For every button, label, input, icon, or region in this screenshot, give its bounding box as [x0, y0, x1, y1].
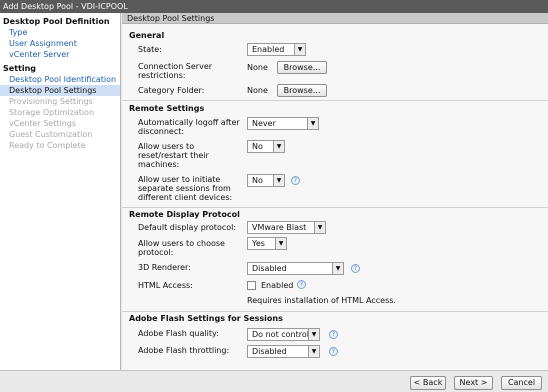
connection-server-value: None [247, 63, 268, 72]
settings-panel: Desktop Pool Settings General State: Ena… [122, 13, 548, 370]
wizard-sidebar: Desktop Pool Definition Type User Assign… [0, 13, 121, 370]
3d-renderer-value: Disabled [252, 264, 287, 273]
separate-sessions-value: No [252, 176, 263, 185]
state-label: State: [138, 45, 162, 54]
sidebar-item-vcenter-server[interactable]: vCenter Server [0, 49, 120, 60]
section-flash-title: Adobe Flash Settings for Sessions [129, 314, 283, 323]
cancel-button[interactable]: Cancel [501, 376, 542, 390]
help-icon[interactable]: ? [329, 330, 338, 339]
sidebar-item-type[interactable]: Type [0, 27, 120, 38]
panel-header: Desktop Pool Settings [122, 13, 548, 24]
sidebar-item-user-assignment[interactable]: User Assignment [0, 38, 120, 49]
default-protocol-label: Default display protocol: [138, 223, 237, 232]
chevron-down-icon: ▼ [294, 44, 305, 55]
html-access-checkbox[interactable] [247, 281, 256, 290]
html-access-note: Requires installation of HTML Access. [247, 296, 396, 305]
choose-protocol-label-line2: protocol: [138, 248, 174, 257]
html-access-label: HTML Access: [138, 281, 193, 290]
logoff-select[interactable]: Never ▼ [247, 117, 319, 130]
choose-protocol-select[interactable]: Yes ▼ [247, 237, 287, 250]
sidebar-item-pool-settings[interactable]: Desktop Pool Settings [0, 85, 120, 96]
chevron-down-icon: ▼ [308, 329, 319, 340]
separate-sessions-select[interactable]: No ▼ [247, 174, 285, 187]
window-title: Add Desktop Pool - VDI-ICPOOL [0, 0, 548, 13]
help-icon[interactable]: ? [291, 176, 300, 185]
state-value: Enabled [252, 45, 285, 54]
state-select[interactable]: Enabled ▼ [247, 43, 306, 56]
flash-throttling-select[interactable]: Disabled ▼ [247, 345, 320, 358]
logoff-value: Never [252, 119, 276, 128]
back-button[interactable]: < Back [410, 376, 446, 390]
category-folder-value: None [247, 86, 268, 95]
separate-sessions-label-line3: different client devices: [138, 193, 233, 202]
flash-throttling-value: Disabled [252, 347, 287, 356]
sidebar-item-ready-to-complete: Ready to Complete [9, 141, 86, 150]
3d-renderer-label: 3D Renderer: [138, 263, 191, 272]
next-button[interactable]: Next > [454, 376, 493, 390]
flash-quality-label: Adobe Flash quality: [138, 329, 219, 338]
chevron-down-icon: ▼ [273, 141, 284, 152]
help-icon[interactable]: ? [351, 264, 360, 273]
flash-throttling-label: Adobe Flash throttling: [138, 346, 230, 355]
html-access-checkbox-label: Enabled [261, 281, 294, 290]
flash-quality-value: Do not control [252, 330, 309, 339]
chevron-down-icon: ▼ [273, 175, 284, 186]
section-divider [122, 311, 548, 312]
default-protocol-select[interactable]: VMware Blast ▼ [247, 221, 326, 234]
logoff-label-line2: disconnect: [138, 127, 185, 136]
sidebar-item-guest-customization: Guest Customization [9, 130, 93, 139]
sidebar-section-definition: Desktop Pool Definition [3, 17, 110, 26]
sidebar-item-provisioning-settings: Provisioning Settings [9, 97, 93, 106]
reset-select[interactable]: No ▼ [247, 140, 285, 153]
section-divider [122, 207, 548, 208]
default-protocol-value: VMware Blast [252, 223, 307, 232]
section-general-title: General [129, 31, 165, 40]
reset-label-line3: machines: [138, 160, 180, 169]
flash-quality-select[interactable]: Do not control ▼ [247, 328, 320, 341]
connection-server-browse-button[interactable]: Browse... [277, 61, 327, 74]
help-icon[interactable]: ? [297, 280, 306, 289]
3d-renderer-select[interactable]: Disabled ▼ [247, 262, 344, 275]
chevron-down-icon: ▼ [332, 263, 343, 274]
sidebar-item-vcenter-settings: vCenter Settings [9, 119, 77, 128]
choose-protocol-value: Yes [252, 239, 265, 248]
chevron-down-icon: ▼ [307, 118, 318, 129]
reset-value: No [252, 142, 263, 151]
connection-server-label-line2: restrictions: [138, 71, 186, 80]
chevron-down-icon: ▼ [314, 222, 325, 233]
help-icon[interactable]: ? [329, 347, 338, 356]
sidebar-item-storage-optimization: Storage Optimization [9, 108, 95, 117]
sidebar-item-pool-identification[interactable]: Desktop Pool Identification [0, 74, 120, 85]
category-folder-label: Category Folder: [138, 86, 205, 95]
chevron-down-icon: ▼ [308, 346, 319, 357]
wizard-footer: < Back Next > Cancel [0, 370, 548, 392]
category-folder-browse-button[interactable]: Browse... [277, 84, 327, 97]
section-remote-title: Remote Settings [129, 104, 205, 113]
section-divider [122, 100, 548, 101]
chevron-down-icon: ▼ [275, 238, 286, 249]
sidebar-section-setting: Setting [3, 64, 36, 73]
section-display-title: Remote Display Protocol [129, 210, 240, 219]
